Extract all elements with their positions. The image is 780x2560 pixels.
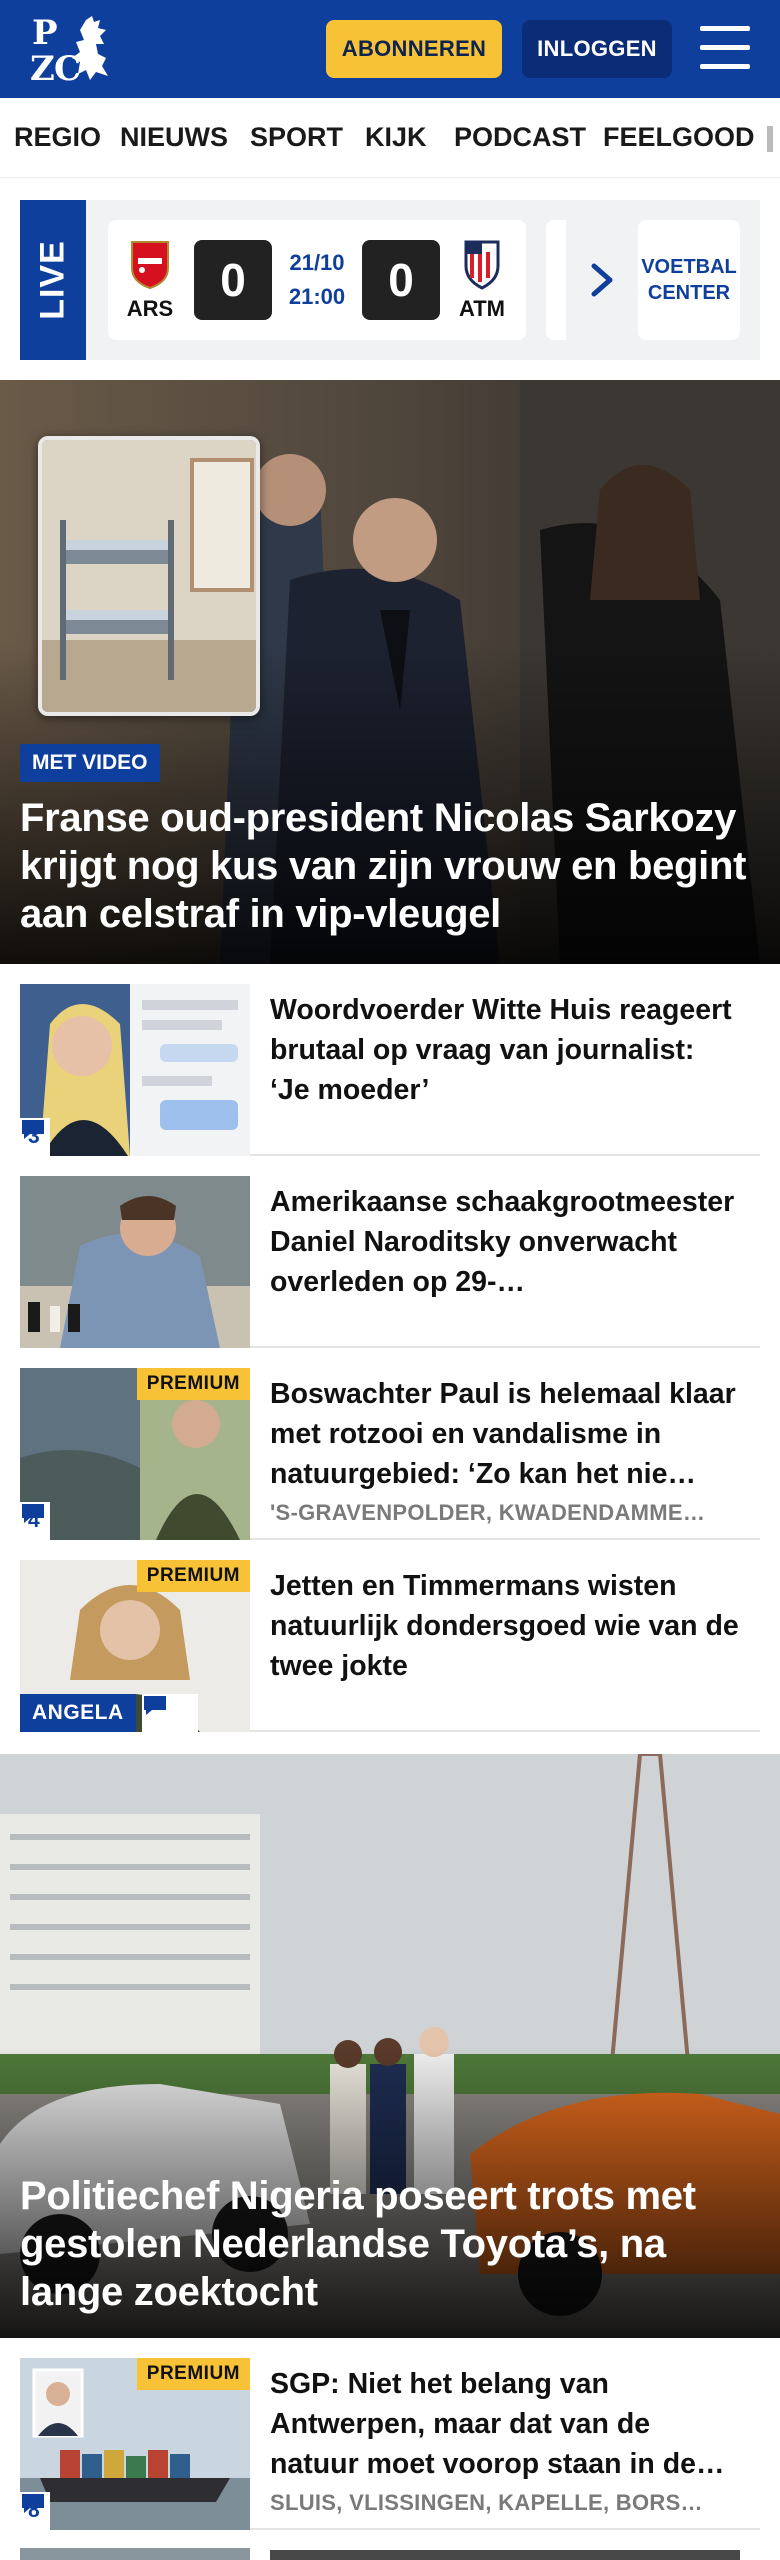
nav-item-regio[interactable]: REGIO — [14, 122, 101, 153]
menu-icon[interactable] — [700, 26, 750, 72]
article-title[interactable]: SGP: Niet het belang van Antwerpen, maar… — [270, 2364, 740, 2484]
video-badge: MET VIDEO — [20, 744, 160, 782]
article-location: 'S-GRAVENPOLDER, KWADENDAMME… — [270, 1500, 706, 1525]
list-item[interactable]: PREMIUM ANGELA Jetten en Timmermans wist… — [20, 1540, 760, 1732]
article-title[interactable]: Amerikaanse schaakgrootmees­ter Daniel N… — [270, 1182, 740, 1302]
article-thumbnail: 3 — [20, 984, 250, 1156]
article-thumbnail: PREMIUM 4 — [20, 1368, 250, 1540]
list-item[interactable]: Amerikaanse schaakgrootmees­ter Daniel N… — [20, 1156, 760, 1348]
pzc-logo[interactable]: P Z C — [28, 14, 112, 86]
nav-item-feelgood[interactable]: FEELGOOD — [603, 122, 755, 153]
cell-photo — [42, 440, 256, 712]
thumbnail-photo — [20, 984, 250, 1156]
list-item[interactable]: 3 Woordvoerder Witte Huis reageert bruta… — [20, 964, 760, 1156]
logo-letter-z: Z — [30, 49, 55, 89]
atletico-crest-icon — [464, 240, 500, 290]
article-thumbnail: PREMIUM 8 — [20, 2358, 250, 2530]
article-thumbnail: PREMIUM ANGELA — [20, 1560, 250, 1732]
nav-overflow-hint — [767, 126, 773, 152]
hero-article[interactable]: MET VIDEO Franse oud-president Nicolas S… — [0, 380, 780, 964]
match-datetime: 21/10 21:00 — [276, 246, 358, 314]
premium-badge: PREMIUM — [136, 1368, 250, 1400]
thumbnail-photo — [20, 1176, 250, 1348]
premium-badge: PREMIUM — [136, 1560, 250, 1592]
article-location: SLUIS, VLISSINGEN, KAPELLE, BORS… — [270, 2490, 703, 2515]
voetbal-center-label-1: VOETBAL — [641, 256, 737, 278]
comment-count-badge: 3 — [20, 1118, 50, 1156]
site-header: P Z C ABONNEREN INLOGGEN — [0, 0, 780, 98]
comment-icon — [22, 1504, 44, 1523]
comment-icon — [144, 1696, 166, 1715]
home-score: 0 — [194, 240, 272, 320]
article-title[interactable]: Woordvoerder Witte Huis reageert brutaal… — [270, 990, 740, 1110]
home-team-code: ARS — [126, 296, 174, 321]
match-card[interactable]: ARS 0 21/10 21:00 0 ATM — [108, 220, 526, 340]
nav-item-nieuws[interactable]: NIEUWS — [120, 122, 228, 153]
author-badge: ANGELA — [20, 1694, 136, 1732]
premium-badge: PREMIUM — [136, 2358, 250, 2390]
arsenal-crest-icon — [131, 241, 169, 290]
voetbal-center-button[interactable]: VOETBAL CENTER — [638, 220, 740, 340]
nav-item-kijk[interactable]: KIJK — [365, 122, 427, 153]
nav-item-sport[interactable]: SPORT — [250, 122, 343, 153]
match-time: 21:00 — [288, 284, 346, 309]
hero-title[interactable]: Franse oud-president Nicolas Sarkozy kri… — [20, 794, 760, 938]
comment-icon — [22, 1120, 44, 1139]
subscribe-button[interactable]: ABONNEREN — [326, 20, 502, 78]
chevron-right-icon[interactable] — [586, 260, 618, 300]
inset-photo-cell — [38, 436, 260, 716]
comment-icon — [22, 2494, 44, 2513]
article-title[interactable]: Jetten en Timmermans wisten natuurlijk d… — [270, 1566, 740, 1686]
live-label: LIVE — [33, 240, 72, 320]
comment-badge — [142, 1694, 198, 1732]
voetbal-center-label-2: CENTER — [647, 282, 731, 304]
away-team-code: ATM — [458, 296, 506, 321]
article-title[interactable]: Boswachter Paul is helemaal klaar met ro… — [270, 1374, 740, 1494]
hero-article-2[interactable]: Politiechef Nigeria poseert trots met ge… — [0, 1754, 780, 2338]
away-score: 0 — [362, 240, 440, 320]
next-match-card[interactable] — [546, 220, 566, 340]
live-scores-bar: LIVE ARS 0 21/10 21:00 0 ATM VOETBAL CENT… — [20, 200, 760, 360]
article-thumbnail — [20, 1176, 250, 1348]
comment-count-badge: 4 — [20, 1502, 50, 1540]
match-date: 21/10 — [289, 250, 345, 275]
list-item[interactable]: PREMIUM 4 Boswachter Paul is helemaal kl… — [20, 1348, 760, 1540]
section-nav: REGIO NIEUWS SPORT KIJK PODCAST FEELGOOD — [0, 98, 780, 178]
hero2-title[interactable]: Politiechef Nigeria poseert trots met ge… — [20, 2172, 760, 2316]
login-button[interactable]: INLOGGEN — [522, 20, 672, 78]
list-item[interactable]: PREMIUM 8 SGP: Niet het belang van Antwe… — [20, 2338, 760, 2530]
nav-item-podcast[interactable]: PODCAST — [454, 122, 586, 153]
logo-letter-p: P — [32, 13, 58, 53]
next-item-peek — [0, 2548, 780, 2560]
live-tag: LIVE — [20, 200, 86, 360]
comment-count-badge: 8 — [20, 2492, 50, 2530]
lion-emblem-icon — [72, 16, 108, 80]
